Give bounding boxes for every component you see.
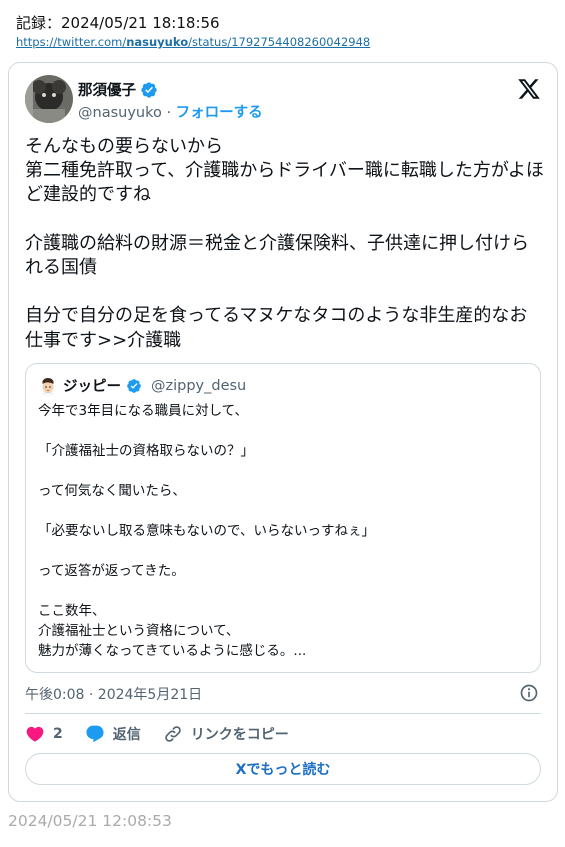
action-bar: 2 返信 リンクをコピー	[25, 723, 311, 745]
like-count: 2	[53, 726, 63, 742]
author-avatar[interactable]	[25, 75, 73, 123]
heart-icon	[26, 726, 44, 742]
quoted-tweet-text: 今年で3年目になる職員に対して、 「介護福祉士の資格取らないの？」 って何気なく…	[38, 403, 375, 659]
author-name-row: 那須優子	[78, 79, 158, 100]
copy-link-button[interactable]: リンクをコピー	[163, 724, 289, 744]
author-handle[interactable]: @nasuyuko	[78, 105, 162, 121]
tweet-card: 那須優子 @nasuyuko · フォローする そんなもの要らないから 第二種免…	[8, 62, 558, 802]
x-logo-icon[interactable]	[517, 77, 541, 101]
follow-button[interactable]: フォローする	[176, 105, 263, 121]
quoted-author-handle: @zippy_desu	[151, 377, 247, 394]
url-user: nasuyuko	[126, 35, 189, 49]
quoted-author-row: ジッピー @zippy_desu	[38, 375, 246, 396]
read-more-on-x-button[interactable]: Xでもっと読む	[25, 753, 541, 785]
tweet-text: そんなもの要らないから 第二種免許取って、介護職からドライバー職に転職した方がよ…	[25, 136, 544, 351]
reply-button[interactable]: 返信	[85, 724, 141, 744]
captured-time: 2024/05/21 12:08:53	[8, 812, 172, 830]
quoted-verified-badge-icon	[127, 378, 141, 393]
link-icon	[164, 726, 181, 742]
quoted-tweet[interactable]: ジッピー @zippy_desu 今年で3年目になる職員に対して、 「介護福祉士…	[25, 363, 541, 673]
handle-separator: ·	[161, 105, 176, 121]
divider	[25, 713, 541, 714]
like-button[interactable]: 2	[25, 724, 63, 744]
verified-badge-icon	[141, 81, 157, 98]
reply-label: 返信	[112, 727, 141, 743]
read-more-label: Xでもっと読む	[235, 762, 331, 778]
tweet-url-link[interactable]: https://twitter.com/nasuyuko/status/1792…	[16, 35, 370, 49]
url-suffix: /status/1792754408260042948	[188, 35, 371, 49]
author-handle-row: @nasuyuko · フォローする	[78, 101, 263, 122]
quoted-author-name: ジッピー	[63, 379, 121, 395]
record-timestamp: 記録：2024/05/21 18:18:56	[16, 14, 220, 32]
tweet-timestamp[interactable]: 午後0:08 · 2024年5月21日	[25, 684, 202, 704]
url-prefix: https://twitter.com/	[16, 35, 127, 49]
reply-bubble-icon	[86, 725, 104, 743]
copy-link-label: リンクをコピー	[190, 727, 289, 743]
author-name[interactable]: 那須優子	[78, 79, 136, 100]
quoted-author-avatar	[38, 375, 58, 396]
info-icon[interactable]	[519, 683, 539, 703]
